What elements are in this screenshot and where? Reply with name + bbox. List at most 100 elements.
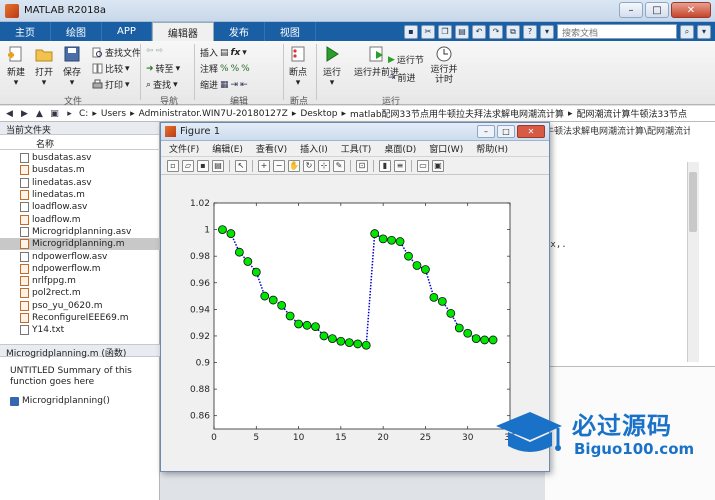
tab-apps[interactable]: APP: [102, 22, 152, 41]
compare-button[interactable]: 比较 ▾: [92, 62, 130, 75]
file-item[interactable]: ReconfigureIEEE69.m: [0, 312, 160, 324]
print-button[interactable]: 打印 ▾: [92, 78, 130, 91]
tab-editor[interactable]: 编辑器: [151, 22, 214, 41]
details-header: Microgridplanning.m (函数): [0, 344, 160, 359]
tab-view[interactable]: 视图: [265, 22, 316, 41]
menu-tools[interactable]: 工具(T): [341, 142, 372, 155]
dropdown-icon[interactable]: ▾: [540, 24, 554, 39]
open-file-icon[interactable]: ▱: [182, 159, 194, 172]
pointer-icon[interactable]: ↖: [235, 159, 247, 172]
file-item[interactable]: loadflow.asv: [0, 201, 160, 213]
editor-tab[interactable]: 牛顿法求解电网潮流计算\配网潮流计算牛顿法33节点: [545, 124, 690, 137]
notification-icon[interactable]: ▾: [697, 24, 711, 39]
copy-icon[interactable]: ❐: [438, 24, 452, 39]
ribbon-separator: [316, 44, 317, 100]
new-button[interactable]: 新建 ▾: [6, 45, 26, 88]
breadcrumb-users[interactable]: Users: [101, 109, 126, 119]
back-forward-buttons[interactable]: ⇦ ⇨: [146, 46, 163, 56]
goto-button[interactable]: ➜ 转至 ▾: [146, 62, 180, 76]
show-plot-tools-icon[interactable]: ▣: [432, 159, 444, 172]
colorbar-icon[interactable]: ▮: [379, 159, 391, 172]
rotate-icon[interactable]: ↻: [303, 159, 315, 172]
browse-folder-icon[interactable]: ▣: [49, 108, 60, 119]
file-item[interactable]: Microgridplanning.asv: [0, 226, 160, 238]
file-item[interactable]: Y14.txt: [0, 324, 160, 336]
breakpoints-button[interactable]: 断点 ▾: [288, 45, 308, 88]
file-item[interactable]: ndpowerflow.asv: [0, 250, 160, 262]
editor-scroll-thumb[interactable]: [689, 172, 697, 232]
run-section-button[interactable]: ▶ 运行节: [388, 53, 424, 67]
find-files-button[interactable]: 查找文件: [92, 46, 141, 59]
menu-help[interactable]: 帮助(H): [476, 142, 508, 155]
menu-desktop[interactable]: 桌面(D): [384, 142, 416, 155]
function-item[interactable]: Microgridplanning(): [10, 396, 110, 406]
up-folder-icon[interactable]: ▲: [34, 108, 45, 119]
figure-maximize-button[interactable]: □: [497, 125, 515, 138]
comment-button[interactable]: 注释 % % %: [200, 62, 250, 76]
insert-button[interactable]: 插入 ▤ fx ▾: [200, 46, 247, 60]
file-item[interactable]: pol2rect.m: [0, 287, 160, 299]
close-button[interactable]: ✕: [671, 2, 711, 18]
help-icon[interactable]: ?: [523, 24, 537, 39]
file-item[interactable]: busdatas.m: [0, 164, 160, 176]
maximize-button[interactable]: □: [645, 2, 669, 18]
legend-icon[interactable]: ≡: [394, 159, 406, 172]
figure-minimize-button[interactable]: –: [477, 125, 495, 138]
open-button[interactable]: 打开 ▾: [34, 45, 54, 88]
undo-icon[interactable]: ↶: [472, 24, 486, 39]
breadcrumb-desktop[interactable]: Desktop: [300, 109, 337, 119]
address-bar[interactable]: ◀ ▶ ▲ ▣ ▸ C: ▸ Users ▸ Administrator.WIN…: [0, 106, 715, 122]
minimize-button[interactable]: –: [619, 2, 643, 18]
file-item[interactable]: nrlfppg.m: [0, 275, 160, 287]
hide-plot-tools-icon[interactable]: ▭: [417, 159, 429, 172]
link-plot-icon[interactable]: ⊡: [356, 159, 368, 172]
breadcrumb-drive[interactable]: C:: [79, 109, 88, 119]
pan-icon[interactable]: ✋: [288, 159, 300, 172]
zoom-in-icon[interactable]: +: [258, 159, 270, 172]
save-quick-icon[interactable]: ▪: [404, 24, 418, 39]
breadcrumb-project[interactable]: matlab配网33节点用牛顿拉夫拜法求解电网潮流计算: [350, 107, 564, 120]
back-icon[interactable]: ◀: [4, 108, 15, 119]
brush-icon[interactable]: ✎: [333, 159, 345, 172]
file-item[interactable]: linedatas.m: [0, 189, 160, 201]
figure-close-button[interactable]: ✕: [517, 125, 545, 138]
find-button[interactable]: ⌕ 查找 ▾: [146, 78, 178, 92]
search-icon[interactable]: ⌕: [680, 24, 694, 39]
advance-button[interactable]: ⇥ 前进: [388, 71, 416, 85]
tab-plots[interactable]: 绘图: [51, 22, 102, 41]
file-item[interactable]: ndpowerflow.m: [0, 263, 160, 275]
save-button[interactable]: 保存 ▾: [62, 45, 82, 88]
breadcrumb-subfolder[interactable]: 配网潮流计算牛顿法33节点: [577, 107, 687, 120]
menu-insert[interactable]: 插入(I): [300, 142, 328, 155]
file-item[interactable]: loadflow.m: [0, 213, 160, 225]
zoom-out-icon[interactable]: −: [273, 159, 285, 172]
menu-edit[interactable]: 编辑(E): [212, 142, 243, 155]
y-tick-label: 0.98: [190, 252, 210, 262]
tab-publish[interactable]: 发布: [214, 22, 265, 41]
cut-icon[interactable]: ✂: [421, 24, 435, 39]
menu-file[interactable]: 文件(F): [169, 142, 199, 155]
redo-icon[interactable]: ↷: [489, 24, 503, 39]
breadcrumb-user[interactable]: Administrator.WIN7U-20180127Z: [139, 109, 288, 119]
paste-icon[interactable]: ▤: [455, 24, 469, 39]
print-figure-icon[interactable]: ▤: [212, 159, 224, 172]
menu-window[interactable]: 窗口(W): [429, 142, 463, 155]
tab-home[interactable]: 主页: [0, 22, 51, 41]
data-cursor-icon[interactable]: ⊹: [318, 159, 330, 172]
x-tick-label: 0: [211, 433, 217, 443]
search-docs-input[interactable]: 搜索文档: [557, 24, 677, 39]
menu-view[interactable]: 查看(V): [256, 142, 287, 155]
run-button[interactable]: 运行 ▾: [322, 45, 342, 88]
fx-icon: fx: [230, 47, 241, 58]
file-item[interactable]: busdatas.asv: [0, 152, 160, 164]
name-column-header[interactable]: 名称: [0, 137, 160, 150]
forward-icon[interactable]: ▶: [19, 108, 30, 119]
file-item[interactable]: Microgridplanning.m: [0, 238, 160, 251]
save-figure-icon[interactable]: ▪: [197, 159, 209, 172]
file-item[interactable]: linedatas.asv: [0, 177, 160, 189]
run-and-time-button[interactable]: 运行并计时: [430, 45, 458, 85]
indent-button[interactable]: 缩进 ▦ ⇥ ⇤: [200, 78, 248, 92]
file-item[interactable]: pso_yu_0620.m: [0, 300, 160, 312]
switch-windows-icon[interactable]: ⧉: [506, 24, 520, 39]
new-figure-icon[interactable]: ▫: [167, 159, 179, 172]
